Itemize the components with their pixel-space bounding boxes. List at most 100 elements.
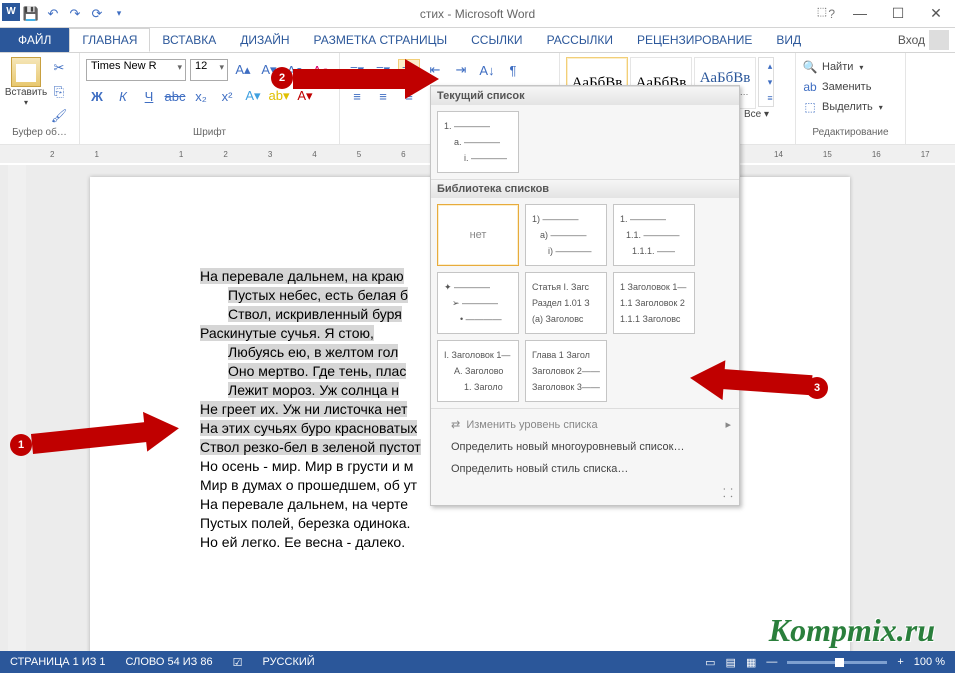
tab-references[interactable]: ССЫЛКИ — [459, 28, 534, 52]
status-page[interactable]: СТРАНИЦА 1 ИЗ 1 — [10, 656, 106, 668]
annotation-arrow-3: 3 — [690, 355, 830, 395]
vertical-ruler[interactable] — [8, 165, 26, 651]
doc-line: Любуясь ею, в желтом гол — [228, 344, 398, 360]
doc-line: Пустых небес, есть белая б — [228, 287, 408, 303]
clipboard-group-label: Буфер об… — [6, 127, 73, 140]
find-button[interactable]: 🔍Найти▾ — [802, 57, 899, 77]
styles-up-icon[interactable]: ▴ — [759, 58, 781, 74]
zoom-slider[interactable] — [787, 661, 887, 664]
signin-label: Вход — [898, 33, 925, 47]
ribbon-tabs: ФАЙЛ ГЛАВНАЯ ВСТАВКА ДИЗАЙН РАЗМЕТКА СТР… — [0, 28, 955, 53]
annotation-arrow-2: 2 — [275, 63, 440, 93]
superscript-icon[interactable]: x² — [216, 85, 238, 107]
status-language[interactable]: РУССКИЙ — [262, 656, 314, 668]
annotation-badge-1: 1 — [10, 434, 32, 456]
list-thumb[interactable]: 1. ———— 1.1. ———— 1.1.1. —— — [613, 204, 695, 266]
status-words[interactable]: СЛОВО 54 ИЗ 86 — [126, 656, 213, 668]
tab-mailings[interactable]: РАССЫЛКИ — [535, 28, 625, 52]
zoom-out-icon[interactable]: — — [766, 656, 777, 668]
list-thumb[interactable]: I. Заголовок 1— A. Заголово 1. Заголо — [437, 340, 519, 402]
menu-define-style[interactable]: Определить новый стиль списка… — [431, 458, 739, 480]
redo-icon[interactable]: ↷ — [64, 3, 86, 25]
subscript-icon[interactable]: x₂ — [190, 85, 212, 107]
annotation-arrow-1: 1 — [10, 420, 190, 460]
minimize-icon[interactable]: — — [845, 5, 875, 22]
strikethrough-icon[interactable]: abc — [164, 85, 186, 107]
paste-label: Вставить — [5, 87, 47, 98]
tab-view[interactable]: ВИД — [764, 28, 813, 52]
quick-access-toolbar: W 💾 ↶ ↷ ⟳ ▾ — [0, 3, 130, 25]
increase-indent-icon[interactable]: ⇥ — [450, 59, 472, 81]
copy-icon[interactable]: ⎘ — [48, 81, 70, 103]
doc-line: Не греет их. Уж ни листочка нет — [200, 401, 407, 417]
tab-insert[interactable]: ВСТАВКА — [150, 28, 228, 52]
select-icon: ⬚ — [802, 100, 818, 114]
bold-icon[interactable]: Ж — [86, 85, 108, 107]
list-thumb-current[interactable]: 1. ———— a. ———— i. ———— — [437, 111, 519, 173]
save-icon[interactable]: 💾 — [20, 3, 42, 25]
text-effects-icon[interactable]: A▾ — [242, 85, 264, 107]
list-thumb[interactable]: Глава 1 Загол Заголовок 2—— Заголовок 3—… — [525, 340, 607, 402]
format-painter-icon[interactable]: 🖌 — [48, 105, 70, 127]
word-icon: W — [2, 3, 20, 21]
paste-button[interactable]: Вставить ▾ — [6, 57, 46, 127]
doc-line: Ствол резко-бел в зеленой пустот — [200, 439, 421, 455]
list-thumb-none[interactable]: нет — [437, 204, 519, 266]
menu-define-multilevel[interactable]: Определить новый многоуровневый список… — [431, 436, 739, 458]
zoom-in-icon[interactable]: + — [897, 656, 903, 668]
underline-icon[interactable]: Ч — [138, 85, 160, 107]
show-marks-icon[interactable]: ¶ — [502, 59, 524, 81]
tab-review[interactable]: РЕЦЕНЗИРОВАНИЕ — [625, 28, 764, 52]
avatar-icon — [929, 30, 949, 50]
undo-icon[interactable]: ↶ — [42, 3, 64, 25]
maximize-icon[interactable]: ☐ — [883, 5, 913, 22]
tab-layout[interactable]: РАЗМЕТКА СТРАНИЦЫ — [302, 28, 460, 52]
doc-line: Оно мертво. Где тень, плас — [228, 363, 406, 379]
repeat-icon[interactable]: ⟳ — [86, 3, 108, 25]
font-size-combo[interactable]: 12 — [190, 59, 228, 81]
replace-icon: ab — [802, 80, 818, 94]
italic-icon[interactable]: К — [112, 85, 134, 107]
style-sample: АаБбВв — [700, 70, 751, 87]
sort-icon[interactable]: A↓ — [476, 59, 498, 81]
group-editing: 🔍Найти▾ abЗаменить ⬚Выделить▾ Редактиров… — [796, 53, 906, 144]
doc-line: Лежит мороз. Уж солнца н — [228, 382, 399, 398]
doc-line: На перевале дальнем, на краю — [200, 268, 404, 284]
doc-line: Раскинутые сучья. Я стою, — [200, 325, 374, 341]
close-icon[interactable]: ✕ — [921, 5, 951, 22]
tab-file[interactable]: ФАЙЛ — [0, 28, 69, 52]
signin-button[interactable]: Вход — [898, 28, 949, 52]
tab-design[interactable]: ДИЗАЙН — [228, 28, 301, 52]
list-thumb[interactable]: ✦ ———— ➢ ———— • ———— — [437, 272, 519, 334]
view-web-icon[interactable]: ▦ — [746, 656, 756, 669]
select-button[interactable]: ⬚Выделить▾ — [802, 97, 899, 117]
view-print-icon[interactable]: ▤ — [726, 656, 736, 669]
customize-qa-icon[interactable]: ▾ — [108, 3, 130, 25]
list-thumb[interactable]: Статья I. Загс Раздел 1.01 З (a) Заголов… — [525, 272, 607, 334]
cut-icon[interactable]: ✂ — [48, 57, 70, 79]
status-proofing-icon[interactable]: ☑ — [233, 656, 243, 669]
replace-button[interactable]: abЗаменить — [802, 77, 899, 97]
doc-line: На этих сучьях буро красноватых — [200, 420, 417, 436]
annotation-badge-2: 2 — [271, 67, 293, 89]
grow-font-icon[interactable]: A▴ — [232, 59, 254, 81]
doc-line: Пустых полей, березка одинока. — [200, 514, 740, 533]
list-thumb[interactable]: 1) ———— a) ———— i) ———— — [525, 204, 607, 266]
clipboard-icon — [11, 57, 41, 87]
window-controls: ⬚ — ☐ ✕ — [807, 5, 951, 22]
zoom-level[interactable]: 100 % — [914, 656, 945, 668]
font-name-combo[interactable]: Times New R — [86, 59, 186, 81]
menu-change-level: ⇄ Изменить уровень списка▸ — [431, 413, 739, 436]
multilevel-list-dropdown: Текущий список 1. ———— a. ———— i. ———— Б… — [430, 85, 740, 506]
doc-line: Ствол, искривленный буря — [228, 306, 402, 322]
editing-group-label: Редактирование — [802, 127, 899, 140]
group-clipboard: Вставить ▾ ✂ ⎘ 🖌 Буфер об… — [0, 53, 80, 144]
view-read-icon[interactable]: ▭ — [705, 656, 715, 669]
styles-more-icon[interactable]: ≡ — [759, 90, 781, 106]
annotation-badge-3: 3 — [806, 377, 828, 399]
styles-down-icon[interactable]: ▾ — [759, 74, 781, 90]
tab-home[interactable]: ГЛАВНАЯ — [69, 28, 150, 52]
list-thumb[interactable]: 1 Заголовок 1— 1.1 Заголовок 2 1.1.1 Заг… — [613, 272, 695, 334]
doc-line: Но ей легко. Ее весна - далеко. — [200, 533, 740, 552]
ribbon-options-icon[interactable]: ⬚ — [807, 5, 837, 22]
